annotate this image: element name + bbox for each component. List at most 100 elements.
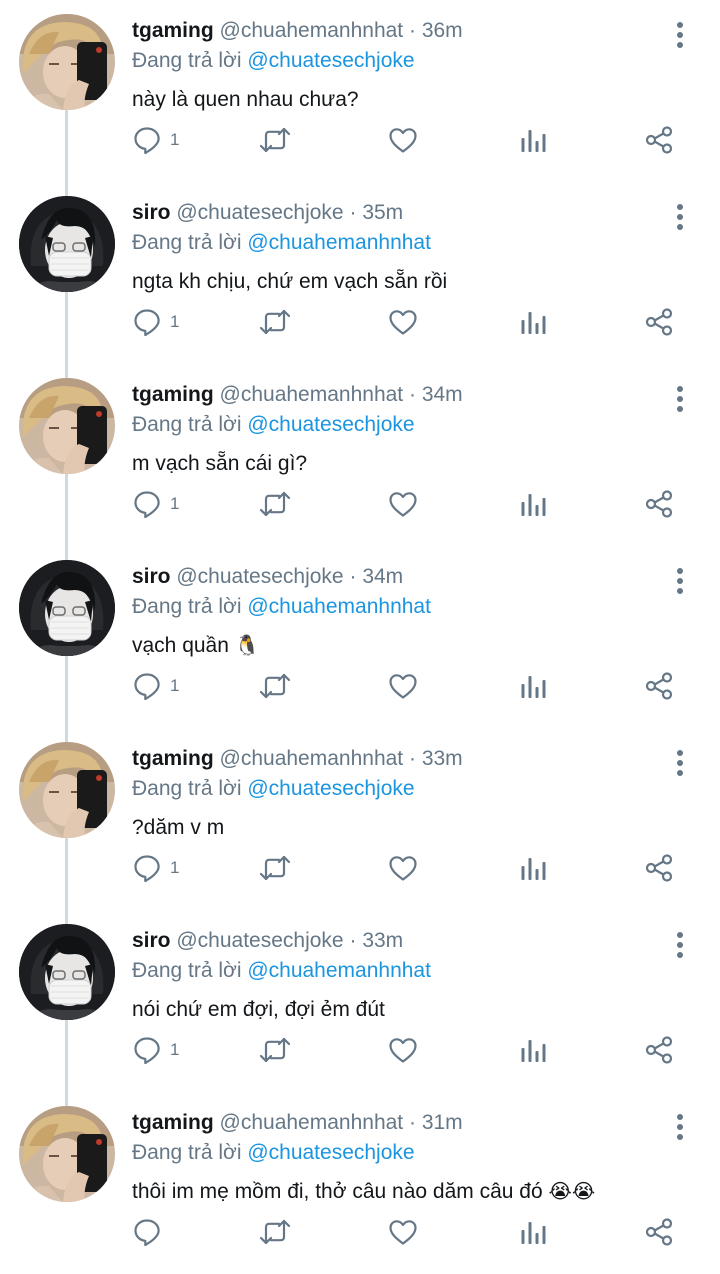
timestamp[interactable]: 33m bbox=[422, 747, 463, 770]
tweet[interactable]: tgaming @chuahemanhnhat · 34m Đang trả l… bbox=[0, 364, 720, 546]
more-vertical-icon bbox=[677, 1114, 683, 1140]
share-button[interactable] bbox=[644, 1030, 674, 1070]
tweet[interactable]: tgaming @chuahemanhnhat · 36m Đang trả l… bbox=[0, 0, 720, 182]
like-button[interactable] bbox=[388, 484, 418, 524]
more-options-button[interactable] bbox=[668, 202, 692, 232]
avatar[interactable] bbox=[19, 378, 115, 474]
retweet-button[interactable] bbox=[258, 1030, 292, 1070]
user-handle[interactable]: @chuahemanhnhat bbox=[220, 19, 404, 42]
analytics-button[interactable] bbox=[518, 848, 548, 888]
display-name[interactable]: tgaming bbox=[132, 383, 214, 406]
reply-button[interactable]: 1 bbox=[132, 120, 179, 160]
replying-to: Đang trả lời @chuatesechjoke bbox=[132, 1140, 415, 1166]
tweet[interactable]: siro @chuatesechjoke · 34m Đang trả lời … bbox=[0, 546, 720, 728]
avatar[interactable] bbox=[19, 14, 115, 110]
replying-to-handle[interactable]: @chuatesechjoke bbox=[247, 413, 414, 436]
reply-icon bbox=[134, 309, 160, 337]
like-button[interactable] bbox=[388, 666, 418, 706]
analytics-button[interactable] bbox=[518, 666, 548, 706]
tweet-text: vạch quần 🐧 bbox=[132, 632, 260, 660]
user-handle[interactable]: @chuatesechjoke bbox=[176, 201, 343, 224]
timestamp[interactable]: 31m bbox=[422, 1111, 463, 1134]
analytics-button[interactable] bbox=[518, 484, 548, 524]
share-button[interactable] bbox=[644, 666, 674, 706]
user-handle[interactable]: @chuatesechjoke bbox=[176, 929, 343, 952]
avatar[interactable] bbox=[19, 924, 115, 1020]
user-handle[interactable]: @chuatesechjoke bbox=[176, 565, 343, 588]
like-button[interactable] bbox=[388, 120, 418, 160]
timestamp[interactable]: 34m bbox=[422, 383, 463, 406]
reply-button[interactable]: 1 bbox=[132, 1030, 179, 1070]
heart-icon bbox=[389, 856, 417, 881]
tweet-actions: 1 bbox=[0, 484, 720, 524]
user-handle[interactable]: @chuahemanhnhat bbox=[220, 747, 404, 770]
retweet-button[interactable] bbox=[258, 302, 292, 342]
more-options-button[interactable] bbox=[668, 930, 692, 960]
avatar[interactable] bbox=[19, 196, 115, 292]
display-name[interactable]: tgaming bbox=[132, 19, 214, 42]
share-button[interactable] bbox=[644, 484, 674, 524]
reply-button[interactable]: 1 bbox=[132, 302, 179, 342]
tweet[interactable]: tgaming @chuahemanhnhat · 33m Đang trả l… bbox=[0, 728, 720, 910]
timestamp[interactable]: 36m bbox=[422, 19, 463, 42]
avatar-image bbox=[19, 196, 115, 292]
share-button[interactable] bbox=[644, 1212, 674, 1252]
more-vertical-icon bbox=[677, 750, 683, 776]
like-button[interactable] bbox=[388, 1030, 418, 1070]
like-button[interactable] bbox=[388, 302, 418, 342]
display-name[interactable]: siro bbox=[132, 565, 171, 588]
retweet-icon bbox=[259, 1037, 291, 1063]
timestamp[interactable]: 34m bbox=[362, 565, 403, 588]
reply-button[interactable]: 1 bbox=[132, 848, 179, 888]
reply-button[interactable]: 1 bbox=[132, 484, 179, 524]
reply-button[interactable]: 1 bbox=[132, 666, 179, 706]
tweet-actions: 1 bbox=[0, 848, 720, 888]
replying-to-handle[interactable]: @chuatesechjoke bbox=[247, 49, 414, 72]
tweet[interactable]: siro @chuatesechjoke · 33m Đang trả lời … bbox=[0, 910, 720, 1092]
replying-to-handle[interactable]: @chuatesechjoke bbox=[247, 777, 414, 800]
display-name[interactable]: siro bbox=[132, 201, 171, 224]
avatar[interactable] bbox=[19, 1106, 115, 1202]
retweet-button[interactable] bbox=[258, 848, 292, 888]
reply-button[interactable] bbox=[132, 1212, 170, 1252]
reply-icon bbox=[134, 855, 160, 883]
replying-to-handle[interactable]: @chuahemanhnhat bbox=[247, 231, 431, 254]
more-options-button[interactable] bbox=[668, 566, 692, 596]
display-name[interactable]: tgaming bbox=[132, 747, 214, 770]
retweet-button[interactable] bbox=[258, 484, 292, 524]
time-separator: · bbox=[408, 19, 416, 42]
analytics-button[interactable] bbox=[518, 1030, 548, 1070]
like-button[interactable] bbox=[388, 848, 418, 888]
analytics-button[interactable] bbox=[518, 1212, 548, 1252]
retweet-button[interactable] bbox=[258, 1212, 292, 1252]
share-button[interactable] bbox=[644, 120, 674, 160]
tweet[interactable]: tgaming @chuahemanhnhat · 31m Đang trả l… bbox=[0, 1092, 720, 1274]
avatar[interactable] bbox=[19, 742, 115, 838]
like-button[interactable] bbox=[388, 1212, 418, 1252]
timestamp[interactable]: 33m bbox=[362, 929, 403, 952]
replying-to-handle[interactable]: @chuahemanhnhat bbox=[247, 959, 431, 982]
timestamp[interactable]: 35m bbox=[362, 201, 403, 224]
replying-to-handle[interactable]: @chuatesechjoke bbox=[247, 1141, 414, 1164]
more-vertical-icon bbox=[677, 386, 683, 412]
tweet-text: m vạch sẵn cái gì? bbox=[132, 450, 307, 478]
avatar[interactable] bbox=[19, 560, 115, 656]
analytics-button[interactable] bbox=[518, 302, 548, 342]
display-name[interactable]: tgaming bbox=[132, 1111, 214, 1134]
more-options-button[interactable] bbox=[668, 20, 692, 50]
display-name[interactable]: siro bbox=[132, 929, 171, 952]
analytics-button[interactable] bbox=[518, 120, 548, 160]
replying-to-handle[interactable]: @chuahemanhnhat bbox=[247, 595, 431, 618]
retweet-button[interactable] bbox=[258, 120, 292, 160]
retweet-button[interactable] bbox=[258, 666, 292, 706]
more-options-button[interactable] bbox=[668, 384, 692, 414]
user-handle[interactable]: @chuahemanhnhat bbox=[220, 1111, 404, 1134]
share-button[interactable] bbox=[644, 848, 674, 888]
more-options-button[interactable] bbox=[668, 1112, 692, 1142]
tweet[interactable]: siro @chuatesechjoke · 35m Đang trả lời … bbox=[0, 182, 720, 364]
tweet-header: siro @chuatesechjoke · 34m bbox=[132, 564, 403, 590]
share-button[interactable] bbox=[644, 302, 674, 342]
user-handle[interactable]: @chuahemanhnhat bbox=[220, 383, 404, 406]
replying-to: Đang trả lời @chuatesechjoke bbox=[132, 48, 415, 74]
more-options-button[interactable] bbox=[668, 748, 692, 778]
